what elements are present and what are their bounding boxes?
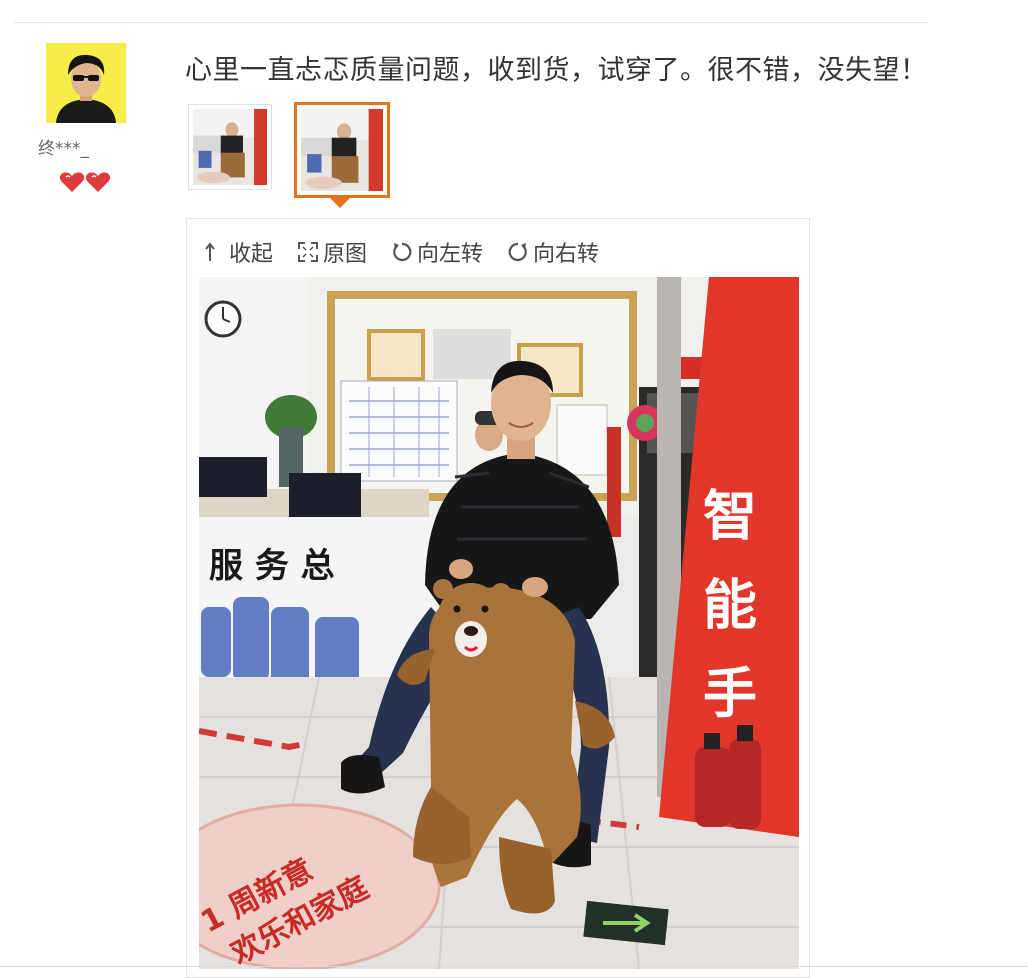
expand-icon <box>298 242 319 262</box>
user-avatar[interactable] <box>46 43 126 123</box>
collapse-arrow-icon <box>205 242 215 261</box>
collapse-button[interactable]: 收起 <box>203 236 273 268</box>
original-image-button[interactable]: 原图 <box>297 236 367 268</box>
top-divider <box>14 22 928 23</box>
image-viewer: 收起 原图 向左转 向右转 服 务 总 1 周新意 欢乐和家庭 智 能 手 机 <box>186 218 810 978</box>
thumbnail-image <box>301 109 383 191</box>
selected-thumbnail-pointer <box>330 198 350 208</box>
avatar-icon <box>46 43 126 123</box>
rotate-right-button[interactable]: 向右转 <box>507 236 599 268</box>
rotate-left-label: 向左转 <box>417 242 484 267</box>
collapse-label: 收起 <box>229 242 274 267</box>
thumbnail-image <box>193 109 267 185</box>
review-photo-illustration: 服 务 总 1 周新意 欢乐和家庭 智 能 手 机 <box>199 277 799 969</box>
thumbnail-1[interactable] <box>188 104 272 190</box>
hearts-icon <box>59 172 111 192</box>
username: 终***_ <box>38 139 89 159</box>
rotate-left-button[interactable]: 向左转 <box>391 236 483 268</box>
thumbnail-2-selected[interactable] <box>294 102 390 198</box>
enlarged-photo: 服 务 总 1 周新意 欢乐和家庭 智 能 手 机 <box>199 277 799 969</box>
rotate-left-icon <box>393 242 412 262</box>
rotate-right-icon <box>508 242 527 262</box>
counter-sign-text: 服 务 总 <box>209 546 335 586</box>
rotate-right-label: 向右转 <box>533 242 600 267</box>
original-image-label: 原图 <box>323 242 368 267</box>
bottom-divider <box>0 966 1028 967</box>
review-text: 心里一直忐忑质量问题，收到货，试穿了。很不错，没失望！ <box>185 55 928 86</box>
viewer-toolbar: 收起 原图 向左转 向右转 <box>203 237 623 267</box>
